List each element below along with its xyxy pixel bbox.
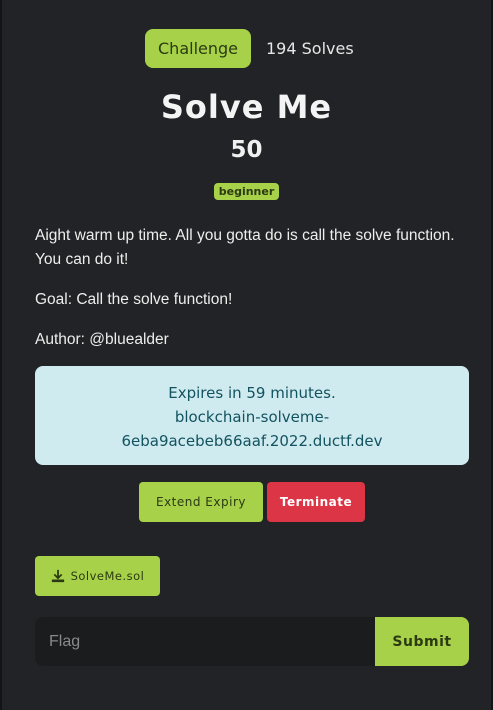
download-icon xyxy=(51,569,64,583)
submit-button[interactable]: Submit xyxy=(375,617,469,666)
challenge-title: Solve Me xyxy=(160,88,333,126)
challenge-modal: Challenge 194 Solves Solve Me 50 beginne… xyxy=(2,0,491,710)
instance-info-box: Expires in 59 minutes. blockchain-solvem… xyxy=(35,366,469,465)
file-download-button[interactable]: SolveMe.sol xyxy=(35,556,160,596)
flag-input[interactable] xyxy=(35,617,375,666)
author-paragraph: Author: @bluealder xyxy=(35,331,169,348)
instance-host-line2[interactable]: 6eba9acebeb66aaf.2022.ductf.dev xyxy=(35,429,469,453)
tag-badge: beginner xyxy=(213,183,280,200)
extend-expiry-button[interactable]: Extend Expiry xyxy=(139,482,263,522)
description-paragraph: Aight warm up time. All you gotta do is … xyxy=(35,227,455,268)
challenge-points: 50 xyxy=(230,137,263,163)
terminate-button[interactable]: Terminate xyxy=(267,482,365,522)
instance-expiry: Expires in 59 minutes. xyxy=(168,384,336,402)
goal-paragraph: Goal: Call the solve function! xyxy=(35,291,233,308)
tab-solves[interactable]: 194 Solves xyxy=(266,29,354,68)
file-name: SolveMe.sol xyxy=(70,569,145,583)
tag-list: beginner xyxy=(2,180,491,200)
modal-tabs: Challenge 194 Solves xyxy=(2,29,491,68)
tab-challenge[interactable]: Challenge xyxy=(145,29,251,68)
instance-host-line1[interactable]: blockchain-solveme- xyxy=(35,405,469,429)
